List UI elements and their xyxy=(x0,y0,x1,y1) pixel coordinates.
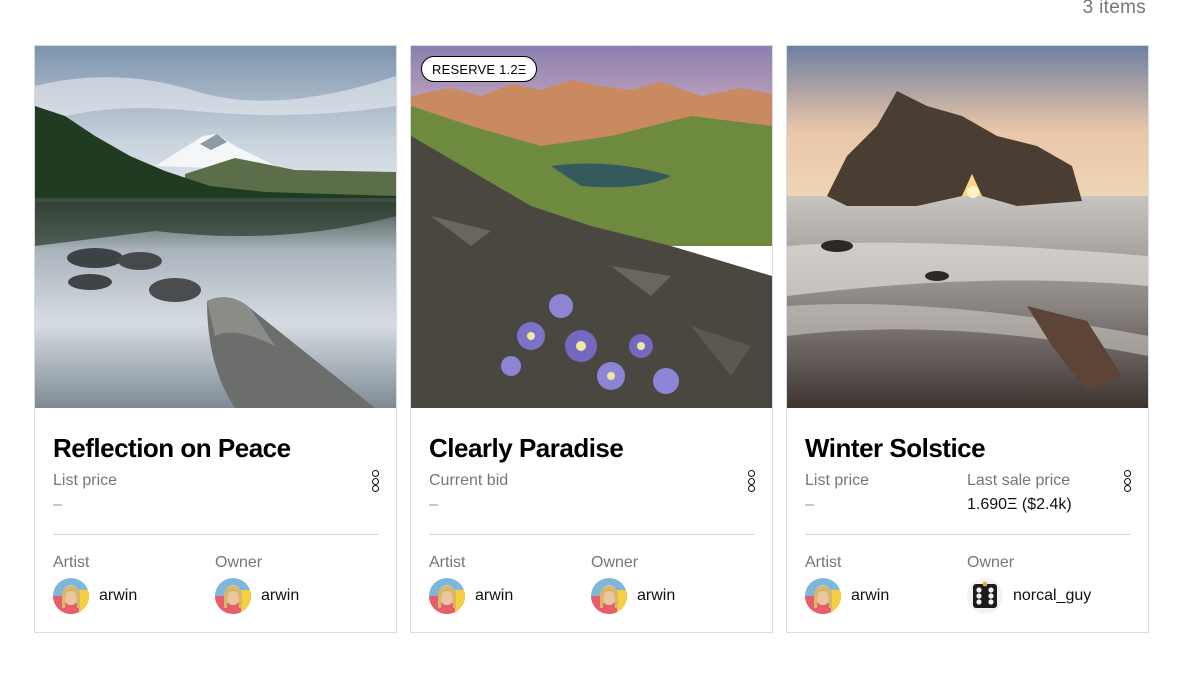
artwork-title[interactable]: Clearly Paradise xyxy=(429,434,754,462)
artwork-image-sea-arch[interactable] xyxy=(787,46,1148,408)
artwork-card[interactable]: Winter Solstice List price – Last sale p… xyxy=(786,45,1149,633)
owner-label: Owner xyxy=(591,554,639,571)
avatar[interactable] xyxy=(805,578,841,614)
avatar[interactable] xyxy=(215,578,251,614)
artist-label: Artist xyxy=(429,554,466,571)
avatar[interactable] xyxy=(429,578,465,614)
artwork-image-alpine-flowers[interactable]: RESERVE 1.2Ξ xyxy=(411,46,772,408)
owner-link[interactable]: norcal_guy xyxy=(967,578,1129,614)
owner-link[interactable]: arwin xyxy=(215,578,377,614)
artist-link[interactable]: arwin xyxy=(805,578,967,614)
artwork-image-mountain-lake[interactable] xyxy=(35,46,396,408)
reserve-badge: RESERVE 1.2Ξ xyxy=(421,56,538,82)
owner-name[interactable]: arwin xyxy=(637,587,675,605)
price-value: – xyxy=(429,496,438,513)
artist-name[interactable]: arwin xyxy=(851,587,889,605)
divider xyxy=(53,534,378,535)
last-sale-value: 1.690Ξ ($2.4k) xyxy=(967,496,1072,513)
owner-label: Owner xyxy=(967,554,1015,571)
artwork-card[interactable]: RESERVE 1.2Ξ Clearly Paradise Current bi… xyxy=(410,45,773,633)
artwork-title[interactable]: Reflection on Peace xyxy=(53,434,378,462)
more-vertical-icon[interactable] xyxy=(1124,470,1132,492)
artist-label: Artist xyxy=(805,554,842,571)
artwork-grid: Reflection on Peace List price – Artist … xyxy=(34,45,1149,633)
divider xyxy=(805,534,1130,535)
price-label: Current bid xyxy=(429,472,509,489)
artwork-title[interactable]: Winter Solstice xyxy=(805,434,1130,462)
more-vertical-icon[interactable] xyxy=(748,470,756,492)
price-value: – xyxy=(53,496,62,513)
artist-label: Artist xyxy=(53,554,90,571)
divider xyxy=(429,534,754,535)
more-vertical-icon[interactable] xyxy=(372,470,380,492)
last-sale-label: Last sale price xyxy=(967,472,1071,489)
price-label: List price xyxy=(53,472,118,489)
artwork-card[interactable]: Reflection on Peace List price – Artist … xyxy=(34,45,397,633)
artist-link[interactable]: arwin xyxy=(429,578,591,614)
owner-link[interactable]: arwin xyxy=(591,578,753,614)
avatar[interactable] xyxy=(591,578,627,614)
price-value: – xyxy=(805,496,814,513)
artist-link[interactable]: arwin xyxy=(53,578,215,614)
avatar[interactable] xyxy=(967,578,1003,614)
price-label: List price xyxy=(805,472,870,489)
owner-label: Owner xyxy=(215,554,263,571)
artist-name[interactable]: arwin xyxy=(99,587,137,605)
owner-name[interactable]: norcal_guy xyxy=(1013,587,1091,605)
owner-name[interactable]: arwin xyxy=(261,587,299,605)
artist-name[interactable]: arwin xyxy=(475,587,513,605)
item-count: 3 items xyxy=(1082,0,1146,18)
avatar[interactable] xyxy=(53,578,89,614)
